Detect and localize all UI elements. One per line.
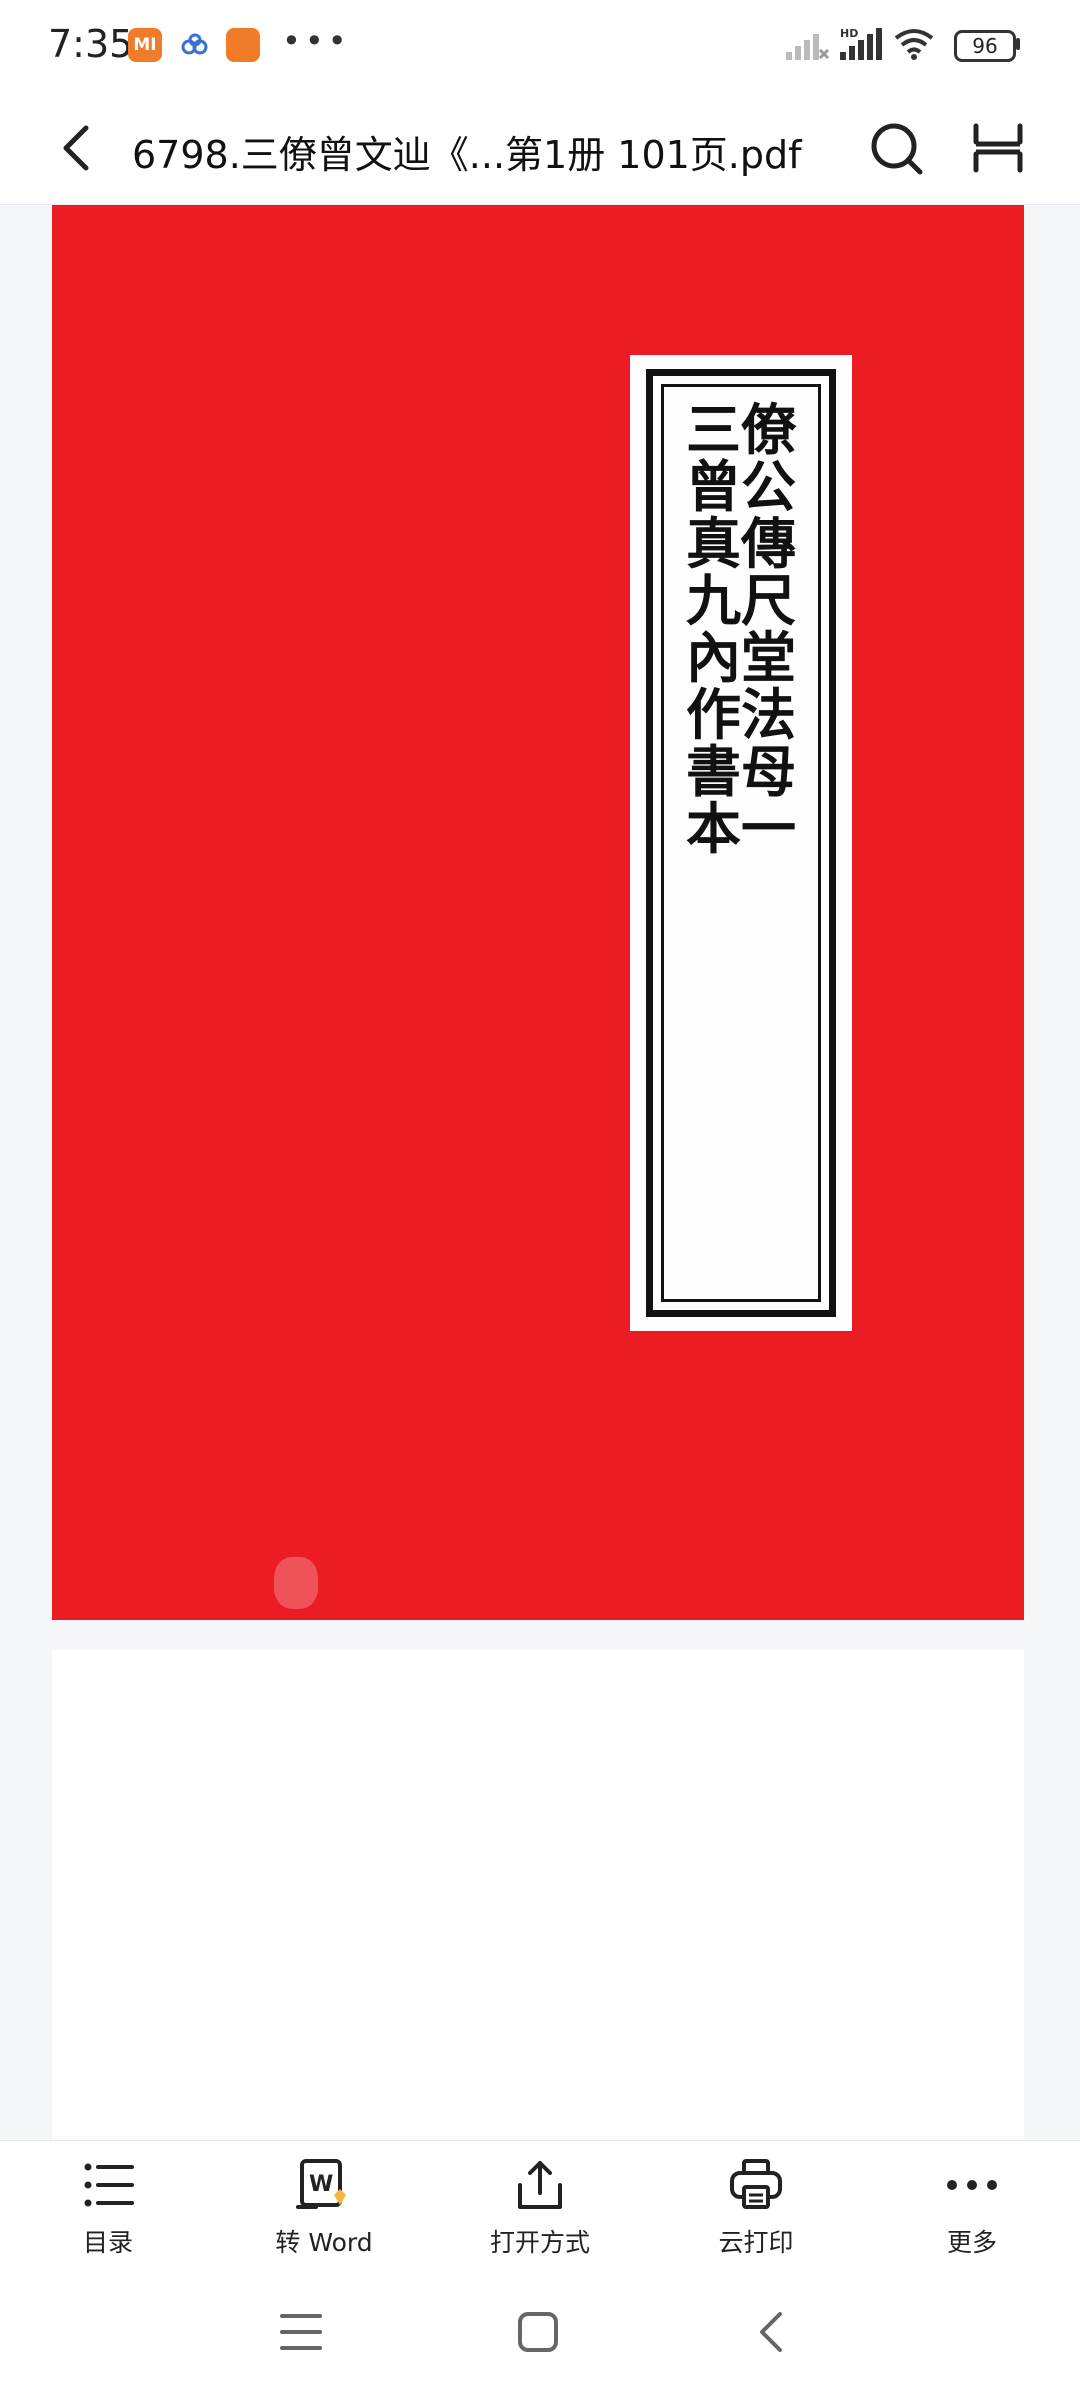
- more-label: 更多: [946, 2228, 997, 2257]
- back-arrow-icon[interactable]: [50, 118, 110, 178]
- clock: 7:35: [48, 22, 134, 66]
- more-button[interactable]: 更多: [882, 2157, 1062, 2267]
- nav-back-icon[interactable]: [752, 2308, 792, 2356]
- pdf-page-2[interactable]: [52, 1650, 1024, 2140]
- cover-title: 三僚曾公真傳九尺內堂作法書母本一: [686, 397, 797, 861]
- pdf-page-cover[interactable]: 三僚曾公真傳九尺內堂作法書母本一: [52, 205, 1024, 1620]
- title-bar: 6798.三僚曾文辿《...第1册 101页.pdf: [0, 96, 1080, 205]
- cloud-app-icon: [181, 33, 208, 55]
- svg-text:W: W: [309, 2172, 333, 2197]
- more-notifications-icon: •••: [282, 22, 351, 60]
- cloud-print-label: 云打印: [718, 2228, 794, 2257]
- svg-text:HD: HD: [840, 27, 858, 40]
- convert-word-icon: W: [296, 2159, 346, 2209]
- cover-title-label: 三僚曾公真傳九尺內堂作法書母本一: [630, 355, 852, 1331]
- battery-icon: 96: [954, 30, 1016, 62]
- hd-signal-icon: HD: [840, 27, 882, 60]
- wifi-icon: [894, 29, 934, 60]
- signal-icon: [786, 34, 830, 60]
- system-nav-bar: [0, 2270, 1080, 2400]
- nav-home-icon[interactable]: [516, 2310, 560, 2354]
- battery-level: 96: [972, 34, 998, 58]
- battery-tip: [1016, 38, 1020, 50]
- document-viewer[interactable]: 三僚曾公真傳九尺內堂作法書母本一: [0, 205, 1080, 2140]
- document-title: 6798.三僚曾文辿《...第1册 101页.pdf: [132, 133, 802, 177]
- convert-word-button[interactable]: W 转 Word: [234, 2157, 414, 2267]
- cloud-print-button[interactable]: 云打印: [666, 2157, 846, 2267]
- convert-word-label: 转 Word: [275, 2228, 373, 2257]
- printer-icon: [730, 2159, 782, 2209]
- label-inner-border: 三僚曾公真傳九尺內堂作法書母本一: [661, 384, 821, 1302]
- list-icon: [84, 2163, 134, 2207]
- share-icon: [518, 2161, 562, 2209]
- status-bar: 7:35 MI ••• HD 96: [0, 0, 1080, 96]
- open-with-button[interactable]: 打开方式: [450, 2157, 630, 2267]
- label-outer-border: 三僚曾公真傳九尺內堂作法書母本一: [646, 369, 836, 1317]
- search-icon[interactable]: [866, 118, 926, 178]
- nav-menu-icon[interactable]: [278, 2310, 324, 2354]
- cover-stain: [274, 1557, 318, 1609]
- mi-app-icon: MI: [128, 28, 162, 62]
- more-icon: [947, 2180, 997, 2190]
- contents-button[interactable]: 目录: [18, 2157, 198, 2267]
- bottom-toolbar: 目录 W 转 Word 打开方式 云打印 更多: [0, 2140, 1080, 2271]
- open-with-label: 打开方式: [489, 2228, 590, 2257]
- contents-label: 目录: [82, 2228, 133, 2257]
- shopping-app-icon: [226, 28, 260, 62]
- layout-icon[interactable]: [968, 118, 1028, 178]
